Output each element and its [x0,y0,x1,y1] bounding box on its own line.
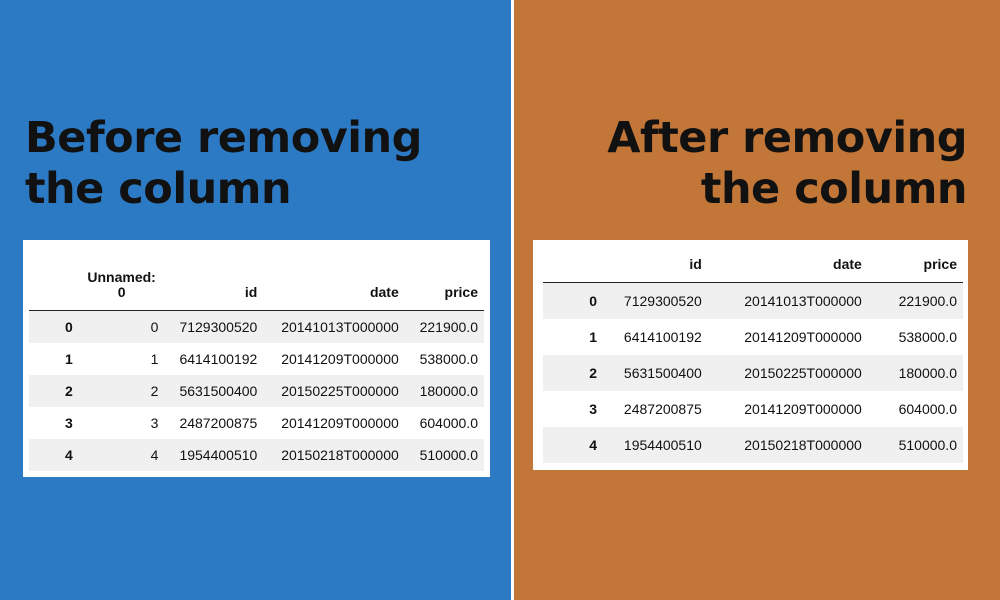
row-index: 3 [589,400,598,417]
after-heading-line1: After removing [607,113,967,163]
before-header-unnamed: Unnamed: 0 [78,262,165,311]
table-row: 3 3 2487200875 20141209T000000 604000.0 [29,407,484,439]
cell-price: 538000.0 [898,328,957,345]
cell-date: 20150225T000000 [744,364,862,381]
cell-unnamed: 0 [150,319,159,335]
cell-price: 221900.0 [419,319,478,335]
table-row: 2 2 5631500400 20150225T000000 180000.0 [29,375,484,407]
table-row: 0 7129300520 20141013T000000 221900.0 [543,282,963,319]
before-header-id: id [164,262,264,311]
cell-id: 2487200875 [179,415,258,431]
cell-id: 2487200875 [623,400,702,417]
cell-price: 180000.0 [419,383,478,399]
row-index: 4 [65,447,73,463]
cell-date: 20141209T000000 [744,328,862,345]
row-index: 2 [589,364,598,381]
before-panel: Before removing the column Unnamed: 0 id… [0,0,511,600]
cell-price: 510000.0 [419,447,478,463]
after-heading: After removing the column [607,113,967,215]
row-index: 3 [65,415,73,431]
row-index: 0 [589,292,598,309]
cell-id: 1954400510 [179,447,258,463]
before-heading-line2: the column [25,164,292,214]
after-header-index [543,254,602,283]
before-dataframe-table: Unnamed: 0 id date price 0 0 7129300520 … [29,262,484,471]
cell-date: 20141209T000000 [281,415,399,431]
cell-id: 6414100192 [623,328,702,345]
cell-price: 221900.0 [898,292,957,309]
table-row: 3 2487200875 20141209T000000 604000.0 [543,390,963,427]
row-index: 4 [589,436,598,453]
row-index: 1 [589,328,598,345]
cell-unnamed: 1 [150,351,159,367]
after-header-date: date [707,254,868,283]
cell-price: 604000.0 [898,400,957,417]
before-heading-line1: Before removing [25,113,422,163]
cell-unnamed: 4 [150,447,159,463]
cell-id: 6414100192 [179,351,258,367]
cell-date: 20141209T000000 [744,400,862,417]
after-header-price: price [867,254,963,283]
before-heading: Before removing the column [25,113,422,215]
table-row: 1 1 6414100192 20141209T000000 538000.0 [29,343,484,375]
after-header-row: id date price [543,254,963,283]
after-dataframe-table: id date price 0 7129300520 20141013T0000… [543,254,963,463]
table-row: 1 6414100192 20141209T000000 538000.0 [543,318,963,355]
cell-date: 20150218T000000 [281,447,399,463]
cell-date: 20150225T000000 [281,383,399,399]
row-index: 2 [65,383,73,399]
before-table-card: Unnamed: 0 id date price 0 0 7129300520 … [23,240,490,477]
cell-price: 538000.0 [419,351,478,367]
cell-date: 20141013T000000 [744,292,862,309]
table-row: 4 4 1954400510 20150218T000000 510000.0 [29,439,484,471]
cell-id: 1954400510 [623,436,702,453]
after-table-card: id date price 0 7129300520 20141013T0000… [533,240,968,470]
cell-id: 5631500400 [623,364,702,381]
before-header-row: Unnamed: 0 id date price [29,262,484,311]
before-header-date: date [263,262,405,311]
cell-unnamed: 3 [150,415,159,431]
cell-price: 510000.0 [898,436,957,453]
cell-unnamed: 2 [150,383,159,399]
cell-id: 7129300520 [623,292,702,309]
cell-price: 604000.0 [419,415,478,431]
table-row: 4 1954400510 20150218T000000 510000.0 [543,426,963,463]
cell-date: 20150218T000000 [744,436,862,453]
after-header-id: id [601,254,708,283]
table-row: 2 5631500400 20150225T000000 180000.0 [543,354,963,391]
cell-id: 5631500400 [179,383,258,399]
table-row: 0 0 7129300520 20141013T000000 221900.0 [29,310,484,343]
row-index: 0 [65,319,73,335]
row-index: 1 [65,351,73,367]
cell-date: 20141013T000000 [281,319,399,335]
after-heading-line2: the column [700,164,968,214]
cell-date: 20141209T000000 [281,351,399,367]
cell-price: 180000.0 [898,364,957,381]
cell-id: 7129300520 [179,319,258,335]
before-header-index [29,262,79,311]
before-header-price: price [404,262,484,311]
